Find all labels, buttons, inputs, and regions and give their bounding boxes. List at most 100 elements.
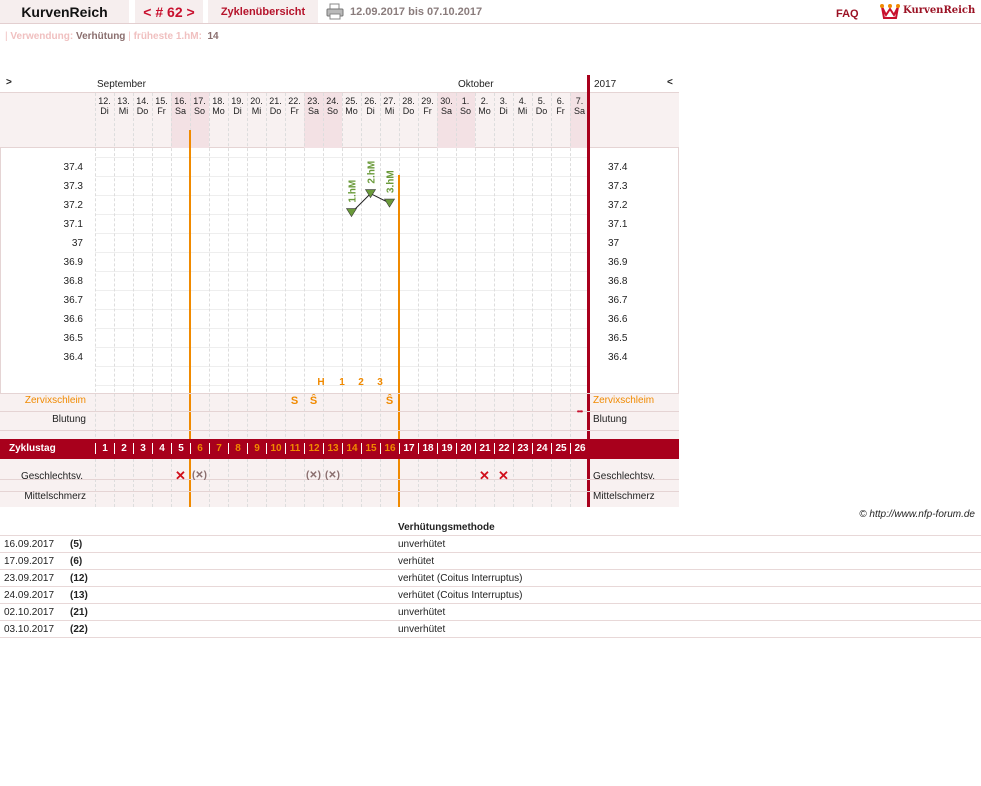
- cycle-nav[interactable]: < # 62 >: [135, 0, 203, 23]
- cycle-day-number: 7: [209, 443, 228, 454]
- cycle-day-number: 13: [323, 443, 342, 454]
- method-value: unverhütet: [394, 603, 981, 621]
- crown-logo-icon[interactable]: [880, 2, 900, 20]
- method-value: unverhütet: [394, 535, 981, 553]
- method-cycle-day: (6): [66, 552, 394, 570]
- intercourse-label-right: Geschlechtsv.: [593, 471, 656, 482]
- method-row: 03.10.2017 (22) unverhütet: [0, 620, 981, 638]
- method-date: 17.09.2017: [0, 552, 66, 570]
- method-row: 16.09.2017 (5) unverhütet: [0, 535, 981, 553]
- cycle-day-number: 16: [380, 443, 399, 454]
- method-cycle-day: (12): [66, 569, 394, 587]
- earliest-label: früheste 1.hM:: [133, 31, 202, 42]
- bleeding-label: Blutung: [52, 414, 86, 425]
- cycle-chart: > September Oktober 2017 <12. Di 13. Mi 14. Do 15.…: [0, 75, 679, 507]
- midpain-row: [0, 491, 679, 507]
- bleeding-mark[interactable]: •••: [570, 407, 589, 416]
- cycle-day-number: 1: [95, 443, 114, 454]
- temperature-point[interactable]: [383, 198, 396, 208]
- cycle-day-number: 3: [133, 443, 152, 454]
- cycle-day-number: 6: [190, 443, 209, 454]
- method-row: 23.09.2017 (12) verhütet (Coitus Interrupt…: [0, 569, 981, 587]
- cervix-label: Zervixschleim: [24, 395, 86, 406]
- method-value: unverhütet: [394, 620, 981, 638]
- bleeding-label-right: Blutung: [593, 414, 627, 425]
- brand-title: KurvenReich: [21, 3, 108, 20]
- cycle-overview-link[interactable]: Zyklenübersicht: [221, 6, 305, 18]
- high-measurement-label: 2.hM: [367, 161, 378, 184]
- cervix-mark[interactable]: Ŝ: [380, 395, 399, 407]
- cycle-day-number: 5: [171, 443, 190, 454]
- hm-count-label: H: [317, 377, 325, 388]
- high-measurement-label: 3.hM: [386, 170, 397, 193]
- protected-intercourse-mark[interactable]: (✕): [304, 470, 323, 481]
- unprotected-intercourse-mark[interactable]: ✕: [494, 468, 513, 484]
- protected-intercourse-mark[interactable]: (✕): [190, 470, 209, 481]
- method-value: verhütet: [394, 552, 981, 570]
- cycle-day-number: 10: [266, 443, 285, 454]
- method-date: 24.09.2017: [0, 586, 66, 604]
- methods-table: Verhütungsmethode 16.09.2017 (5) unverhüte…: [0, 519, 981, 638]
- method-cycle-day: (22): [66, 620, 394, 638]
- cycle-day-number: 4: [152, 443, 171, 454]
- cervix-label-right: Zervixschleim: [593, 395, 655, 406]
- method-cycle-day: (21): [66, 603, 394, 621]
- cycle-day-number: 21: [475, 443, 494, 454]
- cycle-day-number: 19: [437, 443, 456, 454]
- method-row: 17.09.2017 (6) verhütet: [0, 552, 981, 570]
- usage-info: | Verwendung: Verhütung | früheste 1.hM:…: [5, 31, 219, 42]
- cycle-day-number: 14: [342, 443, 361, 454]
- earliest-value: 14: [207, 31, 219, 42]
- cycle-day-number: 15: [361, 443, 380, 454]
- cycle-day-number: 25: [551, 443, 570, 454]
- method-date: 16.09.2017: [0, 535, 66, 553]
- protected-intercourse-mark[interactable]: (✕): [323, 470, 342, 481]
- midpain-label: Mittelschmerz: [24, 491, 86, 502]
- print-icon[interactable]: [326, 3, 344, 20]
- cycle-day-number: 24: [532, 443, 551, 454]
- method-date: 02.10.2017: [0, 603, 66, 621]
- method-date: 23.09.2017: [0, 569, 66, 587]
- usage-label: Verwendung:: [10, 31, 74, 42]
- method-row: 02.10.2017 (21) unverhütet: [0, 603, 981, 621]
- cervix-mark[interactable]: S: [285, 395, 304, 407]
- method-cycle-day: (5): [66, 535, 394, 553]
- temperature-point[interactable]: [345, 208, 358, 218]
- cycle-day-number: 17: [399, 443, 418, 454]
- cycle-day-number: 20: [456, 443, 475, 454]
- method-row: 24.09.2017 (13) verhütet (Coitus Interrupt…: [0, 586, 981, 604]
- unprotected-intercourse-mark[interactable]: ✕: [171, 468, 190, 484]
- intercourse-label: Geschlechtsv.: [20, 471, 83, 482]
- cycle-day-number: 8: [228, 443, 247, 454]
- cycle-day-number: 9: [247, 443, 266, 454]
- date-range: 12.09.2017 bis 07.10.2017: [350, 6, 483, 18]
- cycle-day-number: 11: [285, 443, 304, 454]
- cycle-day-number: 23: [513, 443, 532, 454]
- cycle-day-label: Zyklustag: [9, 443, 56, 454]
- cycle-day-number: 26: [570, 443, 589, 454]
- cycle-day-number: 22: [494, 443, 513, 454]
- cycle-day-number: 18: [418, 443, 437, 454]
- hm-count-label: 3: [377, 377, 383, 388]
- cervix-mark[interactable]: Ŝ: [304, 395, 323, 407]
- cycle-day-number: 2: [114, 443, 133, 454]
- brand-tab[interactable]: KurvenReich: [0, 0, 129, 23]
- method-value: verhütet (Coitus Interruptus): [394, 586, 981, 604]
- methods-header-row: Verhütungsmethode: [0, 519, 981, 536]
- logo-text[interactable]: KurvenReich: [903, 5, 975, 16]
- method-value: verhütet (Coitus Interruptus): [394, 569, 981, 587]
- method-date: 03.10.2017: [0, 620, 66, 638]
- methods-header: Verhütungsmethode: [394, 519, 981, 536]
- unprotected-intercourse-mark[interactable]: ✕: [475, 468, 494, 484]
- midpain-label-right: Mittelschmerz: [593, 491, 655, 502]
- method-cycle-day: (13): [66, 586, 394, 604]
- cycle-day-number: 12: [304, 443, 323, 454]
- high-measurement-label: 1.hM: [348, 180, 359, 203]
- spacer-row: [0, 430, 679, 439]
- tab-cycle-overview[interactable]: Zyklenübersicht: [208, 0, 318, 23]
- cycle-nav-label[interactable]: < # 62 >: [143, 4, 194, 20]
- faq-link[interactable]: FAQ: [836, 8, 859, 20]
- hm-count-label: 1: [339, 377, 345, 388]
- usage-value: Verhütung: [75, 31, 126, 42]
- header-divider: [0, 23, 981, 24]
